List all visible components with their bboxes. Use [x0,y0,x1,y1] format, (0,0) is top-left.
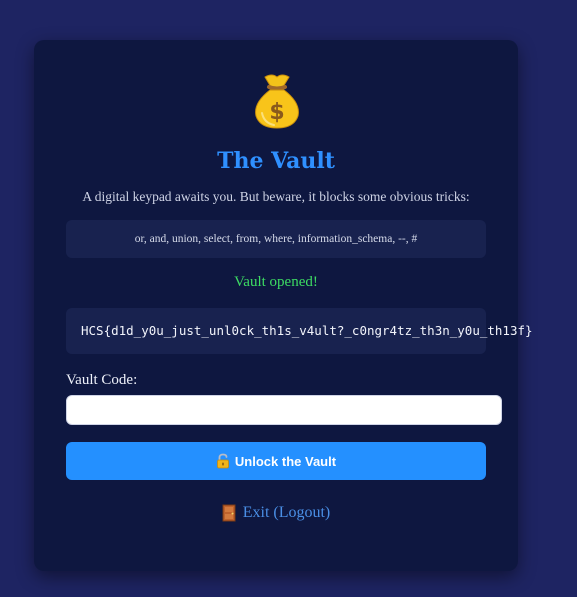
vault-description: A digital keypad awaits you. But beware,… [82,189,470,204]
unlock-vault-button[interactable]: Unlock the Vault [66,442,486,480]
logout-link[interactable]: Exit (Logout) [34,502,518,524]
vault-code-input[interactable] [66,395,502,425]
blocked-keywords-box: or, and, union, select, from, where, inf… [66,220,486,258]
vault-code-label: Vault Code: [66,372,138,388]
vault-card: $ The Vault A digital keypad awaits you.… [34,40,533,571]
logout-label: Exit (Logout) [242,504,331,521]
svg-text:$: $ [269,100,284,125]
unlock-vault-label: Unlock the Vault [234,453,337,469]
status-message: Vault opened! [234,274,318,290]
money-bag-icon: $ [255,74,299,129]
door-icon [222,504,236,522]
flag-box: HCS{d1d_y0u_just_unl0ck_th1s_v4ult?_c0ng… [66,308,533,354]
unlocked-padlock-icon [217,453,229,469]
flag-text: HCS{d1d_y0u_just_unl0ck_th1s_v4ult?_c0ng… [81,323,533,338]
page-title: The Vault [217,148,335,174]
